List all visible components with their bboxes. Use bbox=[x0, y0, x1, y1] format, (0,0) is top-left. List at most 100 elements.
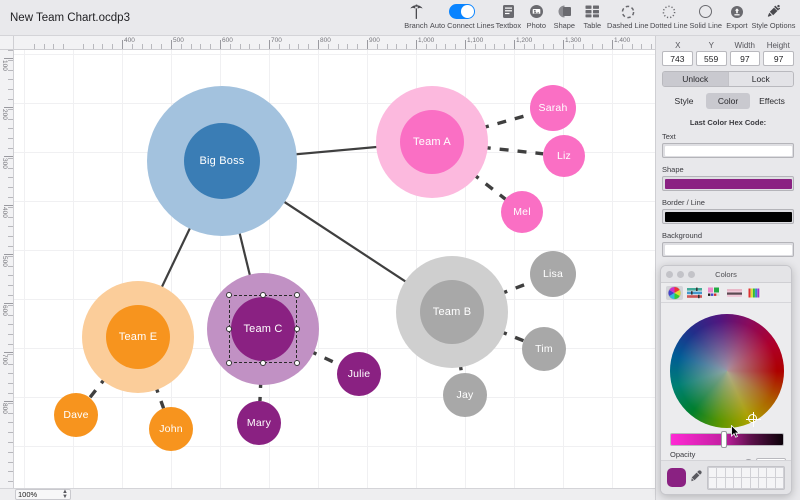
ruler-label: 1,100 bbox=[467, 37, 484, 44]
ruler-label: 800 bbox=[320, 37, 331, 44]
hex-code-header: Last Color Hex Code: bbox=[689, 118, 767, 127]
diagram-node-dave[interactable]: Dave bbox=[54, 393, 98, 437]
border-line-color-swatch[interactable] bbox=[662, 209, 794, 224]
color-wheel-icon[interactable] bbox=[666, 285, 683, 300]
image-palette-icon[interactable] bbox=[726, 286, 743, 300]
brightness-slider-track[interactable] bbox=[670, 433, 784, 446]
color-palettes-icon[interactable] bbox=[706, 286, 723, 300]
resize-handle-1[interactable] bbox=[260, 292, 266, 298]
toolbar-item-photo[interactable]: Photo bbox=[522, 3, 550, 30]
brightness-slider-knob[interactable] bbox=[721, 431, 727, 448]
toolbar-item-textbox[interactable]: Textbox bbox=[494, 3, 522, 30]
node-label: Lisa bbox=[542, 268, 564, 280]
palette-cell[interactable] bbox=[767, 478, 775, 488]
palette-cell[interactable] bbox=[759, 467, 767, 477]
ruler-tick bbox=[4, 401, 13, 402]
resize-handle-0[interactable] bbox=[226, 292, 232, 298]
palette-cell[interactable] bbox=[742, 467, 750, 477]
eyedropper-icon[interactable] bbox=[691, 469, 702, 486]
palette-cell[interactable] bbox=[717, 478, 725, 488]
toolbar-item-dotted-line[interactable]: Dotted Line bbox=[649, 3, 688, 30]
toggle-switch-on-icon[interactable] bbox=[449, 3, 476, 20]
saved-colors-palette[interactable] bbox=[707, 465, 785, 490]
resize-handle-6[interactable] bbox=[260, 360, 266, 366]
toolbar-item-table[interactable]: Table bbox=[578, 3, 606, 30]
lock-button[interactable]: Lock bbox=[728, 72, 793, 86]
palette-cell[interactable] bbox=[759, 478, 767, 488]
diagram-node-teamE[interactable]: Team E bbox=[106, 305, 170, 369]
diagram-node-mel[interactable]: Mel bbox=[501, 191, 543, 233]
color-wheel-cursor[interactable] bbox=[746, 412, 761, 427]
ruler-label: 600 bbox=[222, 37, 233, 44]
shape-color-swatch[interactable] bbox=[662, 176, 794, 191]
node-label: Team B bbox=[432, 306, 472, 318]
palette-cell[interactable] bbox=[734, 467, 742, 477]
color-wheel[interactable] bbox=[670, 314, 784, 428]
tab-effects[interactable]: Effects bbox=[750, 93, 794, 109]
toolbar-item-auto-connect-lines[interactable]: Auto Connect Lines bbox=[430, 3, 494, 30]
palette-cell[interactable] bbox=[725, 467, 733, 477]
palette-cell[interactable] bbox=[775, 478, 783, 488]
palette-cell[interactable] bbox=[742, 478, 750, 488]
diagram-node-liz[interactable]: Liz bbox=[543, 135, 585, 177]
ruler-label: 600 bbox=[1, 305, 8, 316]
palette-cell[interactable] bbox=[750, 467, 758, 477]
palette-cell[interactable] bbox=[725, 478, 733, 488]
diagram-node-teamB[interactable]: Team B bbox=[420, 280, 484, 344]
palette-cell[interactable] bbox=[709, 478, 717, 488]
height-input[interactable]: 97 bbox=[763, 51, 794, 66]
width-input[interactable]: 97 bbox=[729, 51, 761, 66]
resize-handle-2[interactable] bbox=[294, 292, 300, 298]
diagram-node-sarah[interactable]: Sarah bbox=[530, 85, 576, 131]
canvas[interactable]: Big Boss Team A Team B Team C Team E Sarah Liz… bbox=[14, 50, 655, 488]
y-input[interactable]: 559 bbox=[695, 51, 727, 66]
current-color-swatch[interactable] bbox=[667, 468, 686, 487]
ruler-tick bbox=[4, 303, 13, 304]
diagram-node-tim[interactable]: Tim bbox=[522, 327, 566, 371]
palette-cell[interactable] bbox=[775, 467, 783, 477]
toolbar-item-branch[interactable]: Branch bbox=[402, 3, 430, 30]
colors-panel[interactable]: Colors Opacity bbox=[660, 265, 792, 495]
text-color-swatch[interactable] bbox=[662, 143, 794, 158]
background-color-swatch[interactable] bbox=[662, 242, 794, 257]
crayons-icon[interactable] bbox=[746, 286, 763, 300]
resize-handle-3[interactable] bbox=[226, 326, 232, 332]
color-sliders-icon[interactable] bbox=[686, 286, 703, 300]
zoom-control[interactable]: 100% ▲ ▼ bbox=[15, 489, 71, 500]
diagram-node-jay[interactable]: Jay bbox=[443, 373, 487, 417]
tab-style[interactable]: Style bbox=[662, 93, 706, 109]
tab-color[interactable]: Color bbox=[706, 93, 750, 109]
palette-cell[interactable] bbox=[767, 467, 775, 477]
node-label: Dave bbox=[63, 409, 89, 421]
diagram-node-mary[interactable]: Mary bbox=[237, 401, 281, 445]
toolbar-label: Table bbox=[583, 21, 602, 30]
resize-handle-4[interactable] bbox=[294, 326, 300, 332]
mouse-cursor bbox=[731, 425, 740, 438]
toolbar-item-shape[interactable]: Shape bbox=[550, 3, 578, 30]
palette-cell[interactable] bbox=[750, 478, 758, 488]
solid-circle-icon bbox=[699, 3, 713, 20]
dashed-circle-icon bbox=[621, 3, 635, 20]
toolbar-item-solid-line[interactable]: Solid Line bbox=[689, 3, 723, 30]
resize-handle-7[interactable] bbox=[294, 360, 300, 366]
unlock-button[interactable]: Unlock bbox=[663, 72, 729, 86]
x-input[interactable]: 743 bbox=[662, 51, 693, 66]
palette-cell[interactable] bbox=[717, 467, 725, 477]
palette-cell[interactable] bbox=[709, 467, 717, 477]
toolbar-item-dashed-line[interactable]: Dashed Line bbox=[606, 3, 649, 30]
toolbar-item-export[interactable]: Export bbox=[723, 3, 751, 30]
colors-panel-title: Colors bbox=[715, 269, 737, 279]
horizontal-ruler: 400 500 600 700 800 900 1,000 1,100 1,200 1,300 1,… bbox=[14, 36, 655, 50]
diagram-node-lisa[interactable]: Lisa bbox=[530, 251, 576, 297]
resize-handle-5[interactable] bbox=[226, 360, 232, 366]
zoom-stepper-icon[interactable]: ▲ ▼ bbox=[62, 489, 68, 500]
diagram-node-teamA[interactable]: Team A bbox=[400, 110, 464, 174]
diagram-node-john[interactable]: John bbox=[149, 407, 193, 451]
ruler-tick bbox=[514, 40, 515, 49]
colors-panel-tabs bbox=[661, 283, 791, 303]
toolbar-item-style-options[interactable]: Style Options bbox=[751, 3, 796, 30]
palette-cell[interactable] bbox=[734, 478, 742, 488]
diagram-node-julie[interactable]: Julie bbox=[337, 352, 381, 396]
colors-panel-titlebar[interactable]: Colors bbox=[661, 266, 791, 283]
diagram-node-bigboss[interactable]: Big Boss bbox=[184, 123, 260, 199]
